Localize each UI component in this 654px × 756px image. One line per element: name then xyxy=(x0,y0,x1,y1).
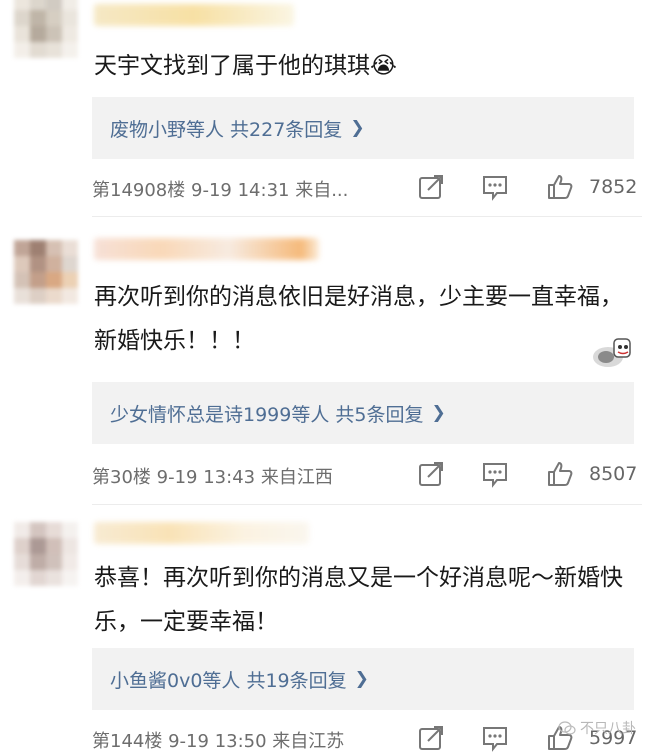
chevron-right-icon: ❯ xyxy=(431,403,446,423)
comment-meta: 第30楼 9-19 13:43 来自江西 xyxy=(92,463,333,489)
comment-date: 9-19 xyxy=(168,731,209,752)
reply-summary[interactable]: 少女情怀总是诗1999等人 共5条回复 ❯ xyxy=(92,382,634,444)
thumbs-up-icon[interactable] xyxy=(546,460,574,488)
reply-summary-text: 少女情怀总是诗1999等人 共5条回复 xyxy=(110,403,424,426)
comment-date: 9-19 xyxy=(156,467,198,488)
share-icon[interactable] xyxy=(417,173,445,201)
comment-time: 14:31 xyxy=(237,180,290,201)
comment-time: 13:43 xyxy=(203,467,256,488)
avatar[interactable] xyxy=(14,522,78,586)
cartoon-sticker-icon xyxy=(593,338,631,367)
chevron-right-icon: ❯ xyxy=(350,118,365,138)
comment-meta: 第144楼 9-19 13:50 来自江苏 xyxy=(92,727,344,753)
comment-icon[interactable] xyxy=(481,173,509,201)
reply-summary-text: 废物小野等人 共227条回复 xyxy=(110,118,343,141)
reply-summary-text: 小鱼酱0v0等人 共19条回复 xyxy=(110,669,347,692)
username-blurred[interactable] xyxy=(94,4,294,26)
floor-number: 第144楼 xyxy=(92,731,163,752)
comment-actions: 8507 xyxy=(412,459,642,489)
share-icon[interactable] xyxy=(417,460,445,488)
comment-icon[interactable] xyxy=(481,460,509,488)
username-blurred[interactable] xyxy=(94,238,319,260)
username-blurred[interactable] xyxy=(94,522,309,544)
thumbs-up-icon[interactable] xyxy=(546,173,574,201)
comment-location: 来自江西 xyxy=(260,467,333,488)
avatar[interactable] xyxy=(14,240,78,304)
like-count: 8507 xyxy=(589,463,638,485)
comment-text: 恭喜！再次听到你的消息又是一个好消息呢～新婚快乐，一定要幸福！ xyxy=(94,565,623,635)
share-icon[interactable] xyxy=(417,724,445,752)
comment-text: 天宇文找到了属于他的琪琪😭 xyxy=(94,53,397,79)
watermark: 不只八卦 xyxy=(558,718,636,738)
watermark-text: 不只八卦 xyxy=(580,721,636,737)
avatar[interactable] xyxy=(14,0,78,58)
comment-icon[interactable] xyxy=(481,724,509,752)
comment-actions: 7852 xyxy=(412,172,642,202)
like-count: 7852 xyxy=(589,176,638,198)
wechat-icon xyxy=(558,721,576,735)
reply-summary[interactable]: 小鱼酱0v0等人 共19条回复 ❯ xyxy=(92,648,634,710)
floor-number: 第14908楼 xyxy=(92,180,186,201)
divider xyxy=(92,216,642,217)
comment-time: 13:50 xyxy=(214,731,267,752)
floor-number: 第30楼 xyxy=(92,467,151,488)
comment-location: 来自... xyxy=(295,180,349,201)
divider xyxy=(92,504,642,505)
chevron-right-icon: ❯ xyxy=(354,669,369,689)
comment-meta: 第14908楼 9-19 14:31 来自... xyxy=(92,176,348,202)
comment-location: 来自江苏 xyxy=(272,731,345,752)
comment-text: 再次听到你的消息依旧是好消息，少主要一直幸福，新婚快乐！！！ xyxy=(94,284,623,354)
reply-summary[interactable]: 废物小野等人 共227条回复 ❯ xyxy=(92,97,634,159)
comment-date: 9-19 xyxy=(191,180,232,201)
